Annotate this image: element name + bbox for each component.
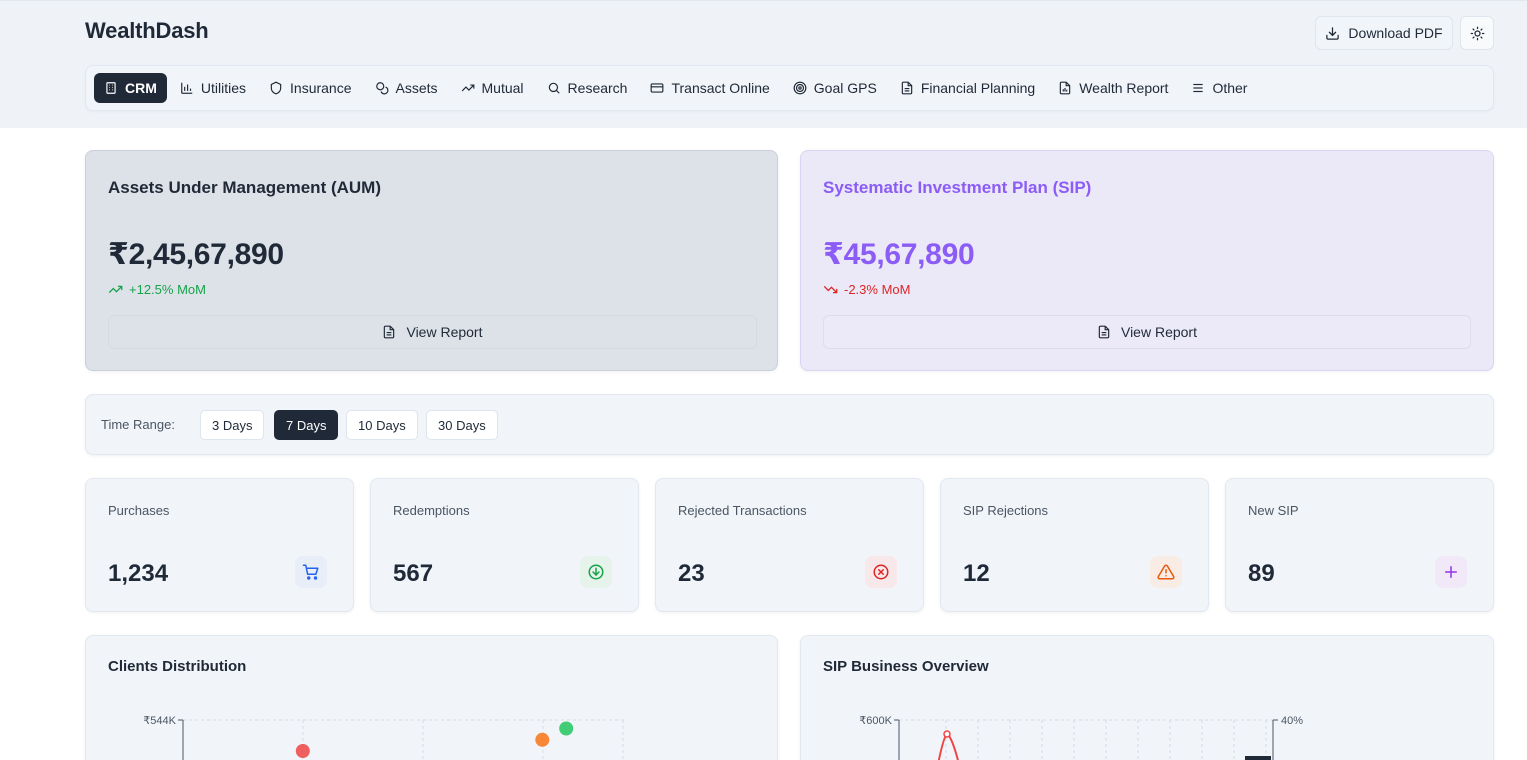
stat-card-purchases: Purchases 1,234 <box>85 478 354 612</box>
range-30-days-button[interactable]: 30 Days <box>426 410 498 440</box>
stat-card-rejected-transactions: Rejected Transactions 23 <box>655 478 924 612</box>
time-range-bar: Time Range: 3 Days 7 Days 10 Days 30 Day… <box>85 394 1494 455</box>
sip-series-point <box>943 730 951 738</box>
nav-item-label: Utilities <box>200 80 247 96</box>
sip-business-overview-chart: ₹600K 40% <box>859 715 1303 760</box>
stat-label: Purchases <box>108 503 170 518</box>
stat-card-new-sip: New SIP 89 <box>1225 478 1494 612</box>
nav-item-mutual[interactable]: Mutual <box>451 73 534 103</box>
nav-item-label: Wealth Report <box>1079 80 1169 96</box>
sip-change-text: -2.3% MoM <box>844 282 911 297</box>
aum-value: ₹2,45,67,890 <box>108 238 284 271</box>
aum-view-report-button[interactable]: View Report <box>108 315 757 349</box>
coins-icon <box>375 82 388 95</box>
cart-icon <box>295 556 327 588</box>
range-7-days-button[interactable]: 7 Days <box>274 410 339 440</box>
scatter-point <box>295 744 310 758</box>
sip-title: Systematic Investment Plan (SIP) <box>823 178 1092 197</box>
stat-label: Rejected Transactions <box>678 503 807 518</box>
download-icon <box>1326 26 1340 40</box>
sip-view-report-button[interactable]: View Report <box>823 315 1471 349</box>
view-report-label: View Report <box>406 324 483 340</box>
stat-card-sip-rejections: SIP Rejections 12 <box>940 478 1209 612</box>
nav-item-label: Research <box>567 80 628 96</box>
range-3-days-button[interactable]: 3 Days <box>200 410 265 440</box>
sip-value: ₹45,67,890 <box>823 238 975 271</box>
trending-up-icon <box>108 285 123 294</box>
stat-label: New SIP <box>1248 503 1299 518</box>
file-text-icon <box>1098 325 1110 339</box>
clients-distribution-chart: ₹544K <box>143 715 624 760</box>
credit-card-icon <box>651 83 664 93</box>
sip-business-overview-card: SIP Business Overview ₹600K 40% <box>800 635 1494 760</box>
scatter-point <box>559 721 574 736</box>
plus-icon <box>1435 556 1467 588</box>
stat-card-redemptions: Redemptions 567 <box>370 478 639 612</box>
building-icon <box>106 82 116 94</box>
alert-triangle-icon <box>1150 556 1182 588</box>
arrow-down-circle-icon <box>580 556 612 588</box>
sip-bar <box>1245 756 1271 760</box>
stat-value: 1,234 <box>108 560 169 587</box>
download-pdf-button[interactable]: Download PDF <box>1315 16 1453 50</box>
nav-item-financial-planning[interactable]: Financial Planning <box>890 73 1045 103</box>
nav-item-label: Goal GPS <box>813 80 877 96</box>
theme-toggle-button[interactable] <box>1460 16 1494 50</box>
aum-change-text: +12.5% MoM <box>129 282 206 297</box>
nav-item-crm[interactable]: CRM <box>94 73 167 103</box>
main-nav: CRM Utilities Insurance Assets Mutual Re… <box>85 65 1494 111</box>
nav-item-label: Insurance <box>290 80 352 96</box>
menu-icon <box>1193 83 1204 93</box>
aum-title: Assets Under Management (AUM) <box>108 178 381 197</box>
app-title: WealthDash <box>85 18 209 43</box>
stat-value: 23 <box>678 560 705 587</box>
nav-item-other[interactable]: Other <box>1181 73 1257 103</box>
stat-value: 89 <box>1248 560 1275 587</box>
search-icon <box>548 82 560 94</box>
sip-card: Systematic Investment Plan (SIP) ₹45,67,… <box>800 150 1494 371</box>
y-tick-label: ₹600K <box>859 715 892 727</box>
stat-value: 12 <box>963 560 990 587</box>
shield-icon <box>270 81 282 95</box>
y2-tick-label: 40% <box>1281 715 1303 727</box>
trending-up-icon <box>461 84 474 92</box>
file-text-icon <box>901 81 913 95</box>
nav-item-goal-gps[interactable]: Goal GPS <box>783 73 887 103</box>
aum-card: Assets Under Management (AUM) ₹2,45,67,8… <box>85 150 778 371</box>
sun-icon <box>1470 26 1484 40</box>
aum-change: +12.5% MoM <box>108 282 206 297</box>
download-pdf-label: Download PDF <box>1348 25 1443 41</box>
sip-series-line <box>937 732 959 760</box>
nav-item-utilities[interactable]: Utilities <box>170 73 256 103</box>
stat-label: Redemptions <box>393 503 470 518</box>
nav-item-insurance[interactable]: Insurance <box>259 73 361 103</box>
nav-item-assets[interactable]: Assets <box>365 73 448 103</box>
file-chart-icon <box>1059 81 1071 95</box>
nav-item-wealth-report[interactable]: Wealth Report <box>1048 73 1178 103</box>
nav-item-transact-online[interactable]: Transact Online <box>640 73 779 103</box>
nav-item-label: Assets <box>395 80 438 96</box>
nav-item-label: Other <box>1212 80 1248 96</box>
y-tick-label: ₹544K <box>143 715 176 727</box>
trending-down-icon <box>823 285 838 294</box>
nav-item-research[interactable]: Research <box>537 73 638 103</box>
stat-value: 567 <box>393 560 434 587</box>
nav-item-label: Mutual <box>481 80 524 96</box>
bar-chart-icon <box>181 82 193 94</box>
clients-distribution-card: Clients Distribution ₹544K <box>85 635 778 760</box>
target-icon <box>793 81 807 95</box>
range-10-days-button[interactable]: 10 Days <box>346 410 418 440</box>
nav-item-label: Financial Planning <box>920 80 1036 96</box>
file-text-icon <box>384 325 395 339</box>
view-report-label: View Report <box>1120 324 1197 340</box>
time-range-label: Time Range: <box>101 417 175 432</box>
scatter-point <box>535 732 550 747</box>
nav-item-label: Transact Online <box>671 80 770 96</box>
sip-change: -2.3% MoM <box>823 282 910 297</box>
x-circle-icon <box>865 556 897 588</box>
nav-item-label: CRM <box>125 80 157 96</box>
stat-label: SIP Rejections <box>963 503 1049 518</box>
